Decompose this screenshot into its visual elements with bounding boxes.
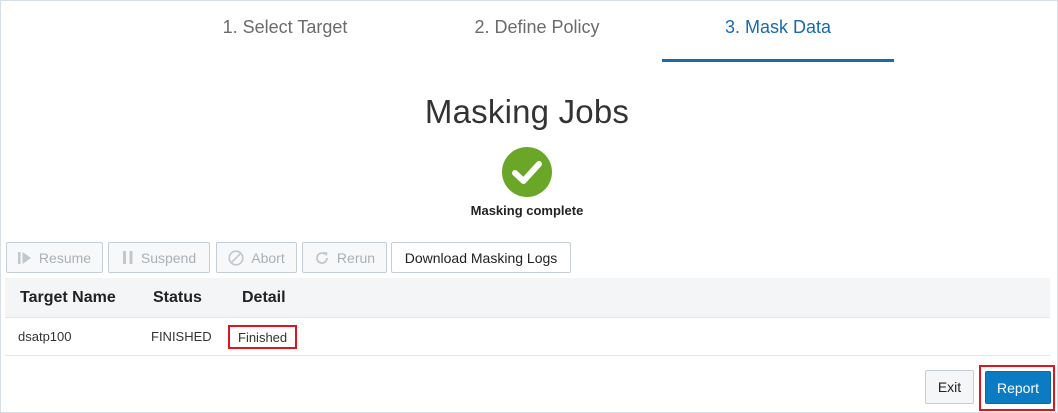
masking-jobs-table: Target Name Status Detail dsatp100 FINIS…	[5, 278, 1050, 356]
exit-button[interactable]: Exit	[925, 370, 974, 404]
table-row[interactable]: dsatp100 FINISHED Finished	[5, 318, 1050, 356]
refresh-icon	[314, 250, 330, 266]
step-define-policy[interactable]: 2. Define Policy	[421, 1, 653, 63]
column-header-detail[interactable]: Detail	[242, 278, 286, 318]
download-logs-label: Download Masking Logs	[404, 249, 558, 266]
pause-icon	[122, 250, 134, 265]
suspend-button[interactable]: Suspend	[108, 242, 210, 273]
wizard-steps: 1. Select Target 2. Define Policy 3. Mas…	[1, 1, 1058, 63]
abort-button[interactable]: Abort	[216, 242, 297, 273]
report-button[interactable]: Report	[985, 371, 1051, 404]
column-header-status[interactable]: Status	[153, 278, 202, 318]
exit-label: Exit	[937, 379, 962, 395]
table-header: Target Name Status Detail	[5, 278, 1050, 318]
resume-label: Resume	[38, 249, 92, 266]
step-label: 2. Define Policy	[474, 17, 600, 37]
step-mask-data[interactable]: 3. Mask Data	[662, 1, 894, 63]
step-label: 1. Select Target	[222, 17, 348, 37]
step-label: 3. Mask Data	[724, 17, 832, 37]
masking-wizard-panel: 1. Select Target 2. Define Policy 3. Mas…	[0, 0, 1058, 413]
check-circle-icon	[502, 147, 552, 197]
abort-icon	[228, 249, 244, 266]
masking-status-message: Masking complete	[470, 203, 584, 218]
suspend-label: Suspend	[140, 249, 197, 266]
step-select-target[interactable]: 1. Select Target	[169, 1, 401, 63]
active-step-indicator	[662, 59, 894, 62]
download-masking-logs-button[interactable]: Download Masking Logs	[391, 242, 571, 273]
cell-detail-highlighted[interactable]: Finished	[228, 325, 298, 349]
rerun-label: Rerun	[336, 249, 376, 266]
cell-status: FINISHED	[151, 329, 212, 344]
column-header-target-name[interactable]: Target Name	[20, 278, 116, 318]
cell-target-name: dsatp100	[18, 329, 72, 344]
resume-button[interactable]: Resume	[6, 242, 103, 273]
rerun-button[interactable]: Rerun	[302, 242, 387, 273]
resume-icon	[17, 251, 32, 265]
abort-label: Abort	[251, 249, 285, 266]
page-title: Masking Jobs	[424, 93, 630, 130]
report-label: Report	[996, 379, 1040, 396]
